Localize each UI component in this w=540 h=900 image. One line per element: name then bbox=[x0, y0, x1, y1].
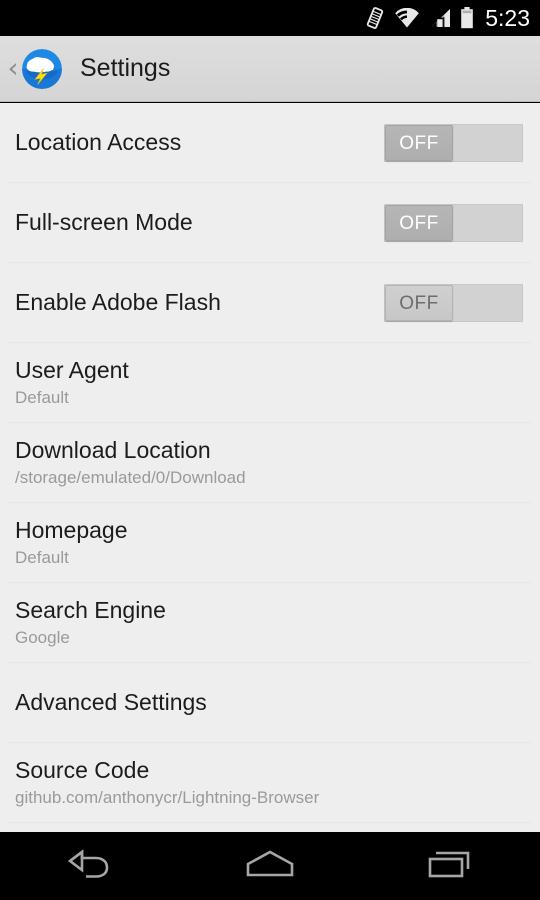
page-title: Settings bbox=[80, 54, 171, 82]
toggle-thumb: OFF bbox=[385, 125, 453, 161]
toggle-thumb: OFF bbox=[385, 285, 453, 321]
cellular-signal-icon bbox=[429, 8, 452, 29]
vibrate-icon bbox=[365, 6, 385, 30]
setting-title: Enable Adobe Flash bbox=[15, 289, 221, 316]
row-texts: Enable Adobe Flash bbox=[15, 289, 384, 316]
back-button[interactable] bbox=[0, 832, 180, 900]
toggle-full-screen-mode[interactable]: OFF bbox=[384, 204, 523, 242]
setting-subtitle: Default bbox=[15, 548, 69, 568]
toggle-label: OFF bbox=[399, 292, 439, 314]
recents-icon bbox=[424, 847, 476, 886]
setting-subtitle: /storage/emulated/0/Download bbox=[15, 468, 246, 488]
battery-icon bbox=[460, 7, 474, 29]
wifi-icon bbox=[394, 7, 420, 29]
home-icon bbox=[241, 847, 299, 886]
setting-row-advanced-settings[interactable]: Advanced Settings bbox=[0, 663, 540, 743]
setting-title: Search Engine bbox=[15, 597, 166, 624]
back-arrow-icon bbox=[62, 847, 118, 886]
row-texts: Location Access bbox=[15, 129, 384, 156]
setting-row-homepage[interactable]: Homepage Default bbox=[0, 503, 540, 583]
row-texts: Homepage Default bbox=[15, 517, 523, 568]
setting-row-search-engine[interactable]: Search Engine Google bbox=[0, 583, 540, 663]
setting-subtitle: Google bbox=[15, 628, 70, 648]
toggle-label: OFF bbox=[399, 212, 439, 234]
setting-row-enable-adobe-flash[interactable]: Enable Adobe Flash OFF bbox=[0, 263, 540, 343]
setting-row-full-screen-mode[interactable]: Full-screen Mode OFF bbox=[0, 183, 540, 263]
row-texts: Download Location /storage/emulated/0/Do… bbox=[15, 437, 523, 488]
toggle-thumb: OFF bbox=[385, 205, 453, 241]
row-texts: User Agent Default bbox=[15, 357, 523, 408]
row-texts: Full-screen Mode bbox=[15, 209, 384, 236]
android-screen: 5:23 ‹ Settings Location Access OFF Full… bbox=[0, 0, 540, 900]
setting-row-location-access[interactable]: Location Access OFF bbox=[0, 103, 540, 183]
setting-title: Homepage bbox=[15, 517, 128, 544]
toggle-location-access[interactable]: OFF bbox=[384, 124, 523, 162]
toggle-label: OFF bbox=[399, 132, 439, 154]
action-bar: ‹ Settings bbox=[0, 36, 540, 102]
row-texts: Advanced Settings bbox=[15, 689, 523, 716]
setting-subtitle: Default bbox=[15, 388, 69, 408]
row-texts: Source Code github.com/anthonycr/Lightni… bbox=[15, 757, 523, 808]
row-divider bbox=[8, 822, 532, 823]
navigation-bar bbox=[0, 832, 540, 900]
recents-button[interactable] bbox=[360, 832, 540, 900]
setting-row-source-code[interactable]: Source Code github.com/anthonycr/Lightni… bbox=[0, 743, 540, 823]
setting-title: Full-screen Mode bbox=[15, 209, 193, 236]
up-navigation-chevron-icon[interactable]: ‹ bbox=[2, 55, 24, 82]
lightning-browser-icon bbox=[22, 48, 62, 89]
status-bar: 5:23 bbox=[0, 0, 540, 36]
setting-title: User Agent bbox=[15, 357, 129, 384]
setting-title: Source Code bbox=[15, 757, 150, 784]
setting-row-user-agent[interactable]: User Agent Default bbox=[0, 343, 540, 423]
setting-title: Advanced Settings bbox=[15, 689, 207, 716]
row-texts: Search Engine Google bbox=[15, 597, 523, 648]
status-bar-clock: 5:23 bbox=[485, 4, 530, 31]
toggle-enable-adobe-flash[interactable]: OFF bbox=[384, 284, 523, 322]
settings-list[interactable]: Location Access OFF Full-screen Mode OFF bbox=[0, 103, 540, 832]
setting-subtitle: github.com/anthonycr/Lightning-Browser bbox=[15, 788, 320, 808]
setting-row-download-location[interactable]: Download Location /storage/emulated/0/Do… bbox=[0, 423, 540, 503]
setting-title: Location Access bbox=[15, 129, 182, 156]
home-button[interactable] bbox=[180, 832, 360, 900]
setting-title: Download Location bbox=[15, 437, 211, 464]
